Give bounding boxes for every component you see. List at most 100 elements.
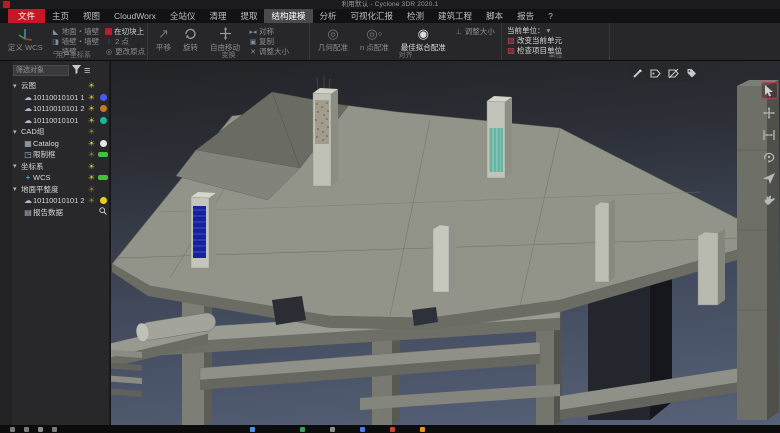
label-strike-icon[interactable]	[667, 67, 680, 80]
duplicate-button[interactable]: ▣复制	[249, 37, 289, 46]
color-dot[interactable]	[100, 140, 107, 147]
visibility-icon[interactable]: ☀	[88, 162, 95, 171]
fly-icon[interactable]	[762, 171, 777, 186]
visibility-icon[interactable]: ☀	[88, 185, 95, 194]
tree-group-clouds[interactable]: ▾ 云图 ☀	[13, 80, 109, 92]
orbit-icon[interactable]	[762, 149, 777, 164]
menu-tab[interactable]: 分析	[313, 9, 344, 23]
mirror-button[interactable]: ▸◂对称	[249, 27, 289, 36]
tree-item-flatness-cloud[interactable]: ☁ 10110010101 2 ☀	[13, 195, 109, 207]
ribbon-group-align: ◎ 几何配准 ◎◦ n 点配准 ◉ 最佳拟合配准 ⊥调整大小 对齐	[310, 23, 502, 60]
color-dot[interactable]	[100, 117, 107, 124]
fit-width-icon[interactable]	[762, 127, 777, 142]
model-slat-stack	[111, 344, 142, 397]
tree-group-flatness[interactable]: ▾ 地面平整度 ☀	[13, 184, 109, 196]
visibility-icon[interactable]: ☀	[88, 196, 95, 205]
ribbon-spacer	[610, 23, 780, 60]
twisty-icon[interactable]: ▾	[13, 82, 21, 90]
menu-tab[interactable]: 提取	[233, 9, 264, 23]
visibility-icon[interactable]: ☀	[88, 93, 95, 102]
twisty-icon[interactable]: ▾	[13, 185, 21, 193]
taskbar-icon[interactable]	[52, 427, 57, 432]
tree-item-wcs[interactable]: + WCS ☀	[13, 172, 109, 184]
color-dot[interactable]	[100, 94, 107, 101]
tree-item-catalog[interactable]: ▦ Catalog ☀	[13, 138, 109, 150]
taskbar	[0, 425, 780, 433]
tree-menu-icon[interactable]: ≡	[84, 66, 90, 76]
visibility-icon[interactable]: ☀	[88, 116, 95, 125]
pen-icon[interactable]	[631, 67, 644, 80]
visibility-icon[interactable]: ☀	[88, 81, 95, 90]
taskbar-icon[interactable]	[360, 427, 365, 432]
menu-tab[interactable]: 全站仪	[163, 9, 203, 23]
taskbar-icon[interactable]	[10, 427, 15, 432]
menu-tab[interactable]: 视图	[76, 9, 107, 23]
tree-item-label: 10110010101 2	[33, 196, 109, 205]
tree-item-report-data[interactable]: ▤ 报告数据	[13, 207, 109, 219]
tree-item-cloud-1[interactable]: ☁ 10110010101 1 ☀	[13, 92, 109, 104]
taskbar-icon[interactable]	[24, 427, 29, 432]
taskbar-icon[interactable]	[390, 427, 395, 432]
menu-tab[interactable]: 主页	[45, 9, 76, 23]
tree-item-label: 报告数据	[33, 207, 109, 218]
label-icon[interactable]	[649, 67, 662, 80]
taskbar-icon[interactable]	[420, 427, 425, 432]
axis-icon: +	[23, 173, 33, 182]
clip-box-icon: ◳	[23, 150, 33, 159]
magnifier-icon[interactable]	[99, 207, 107, 217]
group-label-align: 对齐	[310, 50, 501, 60]
tree-group-label: CAD组	[21, 126, 109, 137]
pan-hand-icon[interactable]	[762, 193, 777, 208]
color-pill[interactable]	[98, 152, 108, 157]
color-pill[interactable]	[98, 175, 108, 180]
twisty-icon[interactable]: ▾	[13, 128, 21, 136]
visibility-icon[interactable]: ☀	[88, 150, 95, 159]
tree-item-clipbox[interactable]: ◳ 限制框 ☀	[13, 149, 109, 161]
menu-tab[interactable]: 可视化汇报	[344, 9, 401, 23]
cloud-icon: ☁	[23, 196, 33, 205]
taskbar-icon[interactable]	[38, 427, 43, 432]
scale-adjust-button[interactable]: ⊥调整大小	[455, 27, 495, 36]
ribbon-group-transform: ↗ 平移 旋转 自由移动 ▸◂对称 ▣复制 ✕调整大小 变换	[148, 23, 310, 60]
ground-wall-button[interactable]: ◣地面・墙壁	[52, 27, 100, 36]
visibility-icon[interactable]: ☀	[88, 173, 95, 182]
menu-tab[interactable]: 检测	[400, 9, 431, 23]
scale-adjust-icon: ⊥	[455, 28, 463, 36]
menu-tab[interactable]: 脚本	[479, 9, 510, 23]
tab-file[interactable]: 文件	[8, 9, 45, 23]
tree-item-cloud-3[interactable]: ☁ 10110010101 ☀	[13, 115, 109, 127]
on-slice-button[interactable]: 在切块上	[105, 27, 145, 36]
catalog-icon: ▦	[23, 139, 33, 148]
select-cursor-icon[interactable]	[762, 83, 777, 98]
menu-tab[interactable]: CloudWorx	[107, 9, 163, 23]
tree-group-cad[interactable]: ▾ CAD组 ☀	[13, 126, 109, 138]
twisty-icon[interactable]: ▾	[13, 162, 21, 170]
visibility-icon[interactable]: ☀	[88, 104, 95, 113]
menu-tab[interactable]: 报告	[510, 9, 541, 23]
current-unit-dropdown[interactable]: 当前单位：▾	[507, 26, 562, 35]
3d-viewport[interactable]	[111, 61, 780, 425]
tree-item-cloud-2[interactable]: ☁ 10110010101 2 ☀	[13, 103, 109, 115]
two-points-button[interactable]: ∶2 点	[105, 37, 145, 46]
visibility-icon[interactable]: ☀	[88, 139, 95, 148]
menu-tab-active[interactable]: 结构建模	[264, 9, 312, 23]
ribbon-group-units: 当前单位：▾ ▨改变当前单元 ▨检查项目单位 单位	[502, 23, 610, 60]
filter-objects-input[interactable]	[13, 65, 69, 76]
taskbar-icon[interactable]	[330, 427, 335, 432]
visibility-icon[interactable]: ☀	[88, 127, 95, 136]
menu-tab[interactable]: 建筑工程	[431, 9, 479, 23]
wall-wall-button[interactable]: ◨墙壁・墙壁	[52, 37, 100, 46]
taskbar-icon[interactable]	[300, 427, 305, 432]
move-icon[interactable]	[762, 105, 777, 120]
filter-funnel-icon[interactable]	[72, 65, 81, 76]
menu-tab[interactable]: 清理	[202, 9, 233, 23]
tree-group-coordsys[interactable]: ▾ 坐标系 ☀	[13, 161, 109, 173]
tag-icon[interactable]	[685, 67, 698, 80]
group-label-transform: 变换	[148, 50, 309, 60]
change-unit-button[interactable]: ▨改变当前单元	[507, 36, 562, 45]
tree-group-label: 地面平整度	[21, 184, 109, 195]
project-tree-panel: ≡ ▾ 云图 ☀ ☁ 10110010101 1 ☀ ☁ 10110010101…	[0, 61, 110, 425]
menu-tab-help[interactable]: ?	[541, 9, 560, 23]
taskbar-icon[interactable]	[250, 427, 255, 432]
axis-icon	[18, 26, 33, 41]
